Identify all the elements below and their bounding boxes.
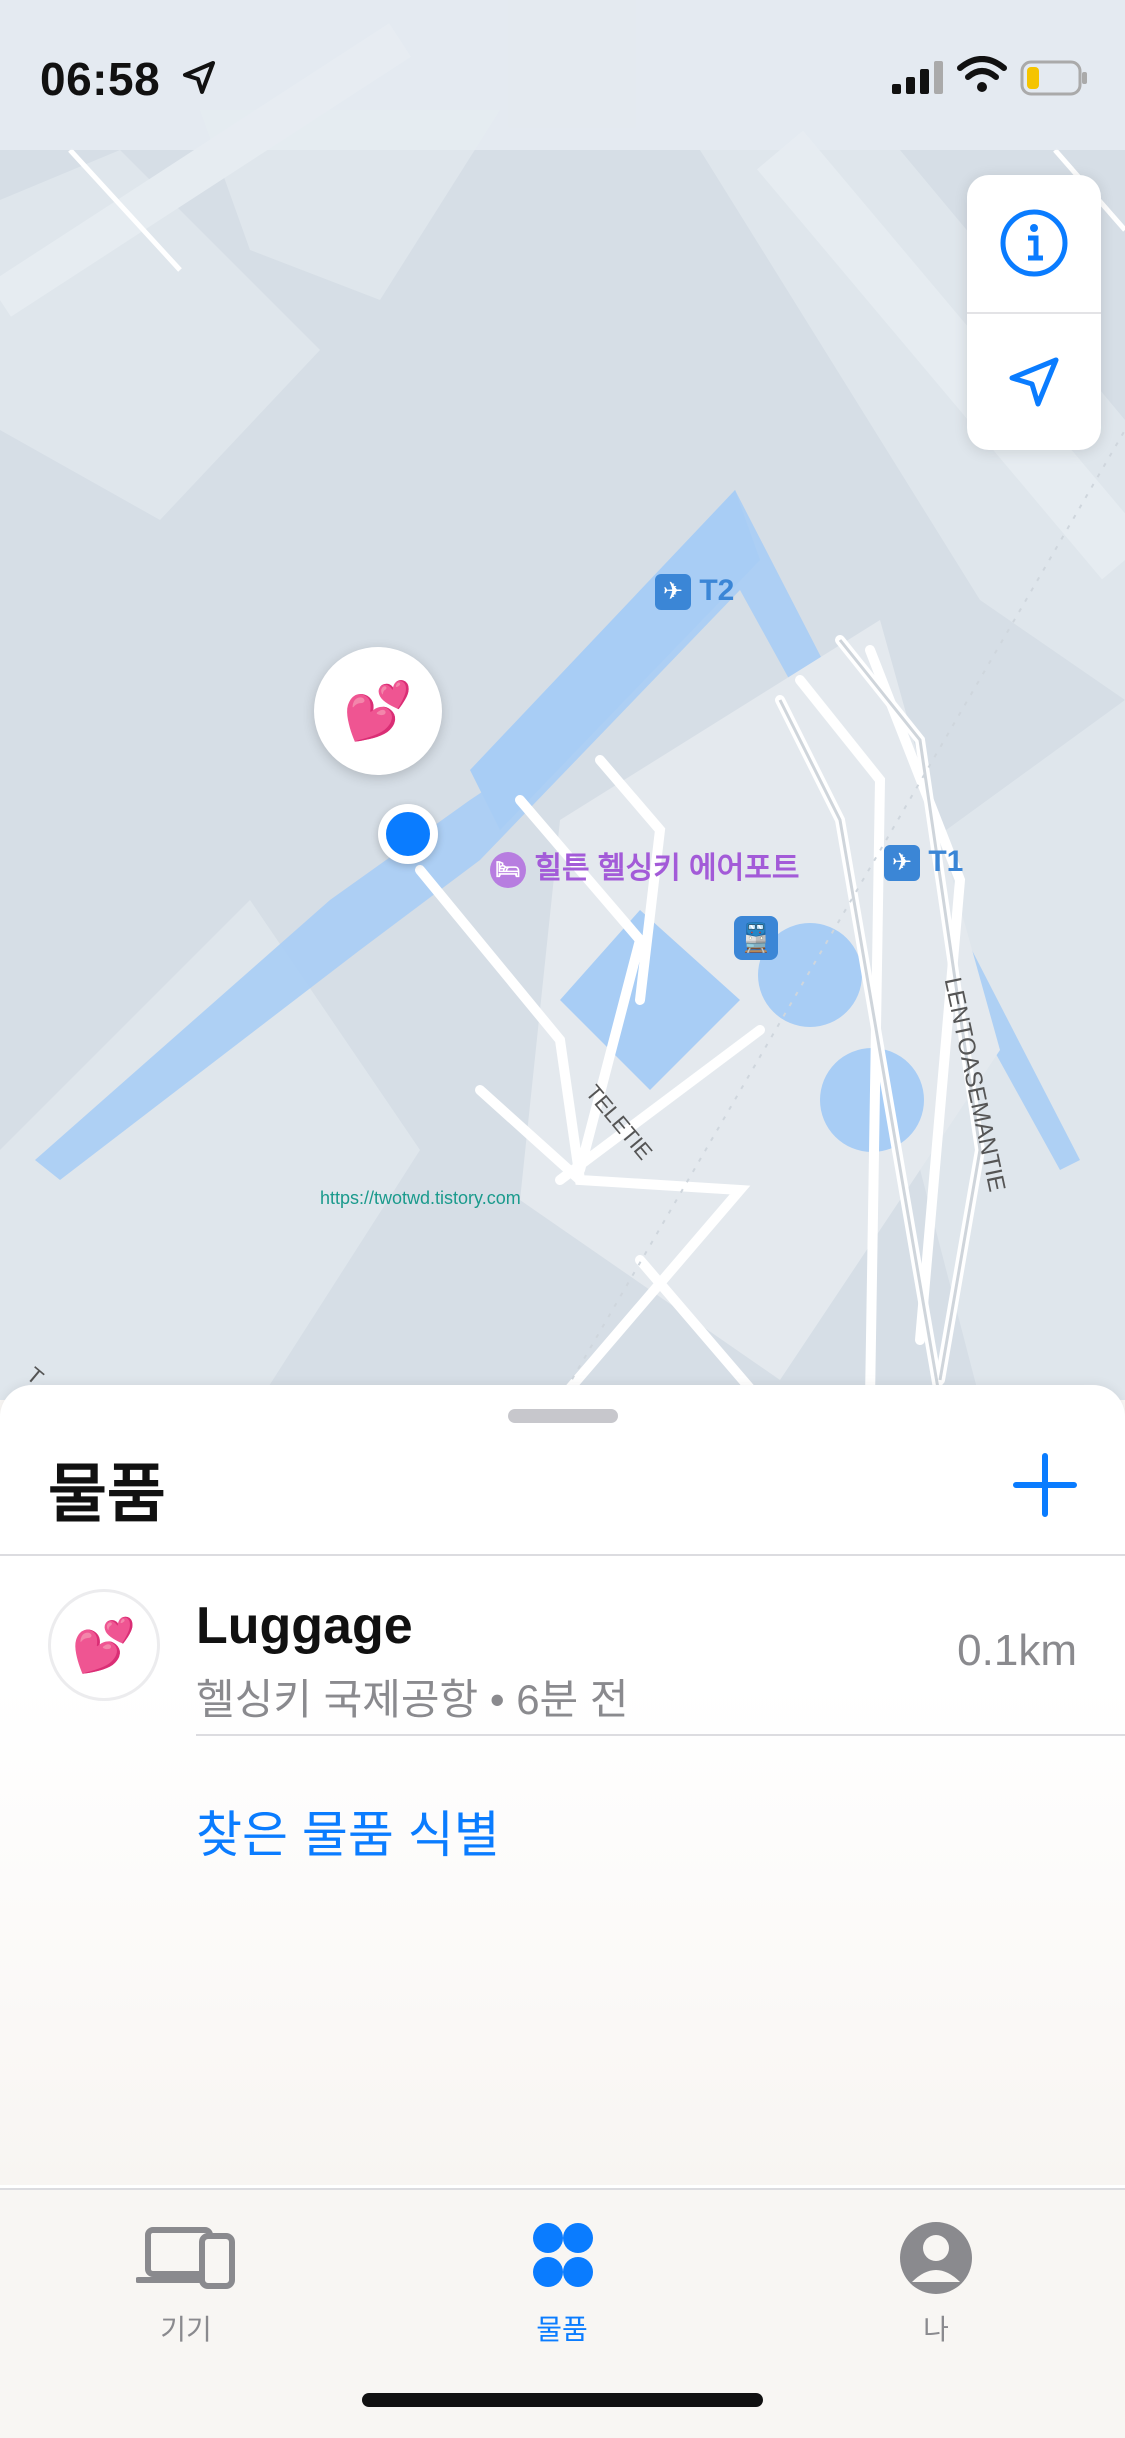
add-item-button[interactable] [1010, 1450, 1080, 1520]
train-station-icon[interactable]: 🚆 [734, 916, 778, 960]
tab-items[interactable]: 물품 [462, 2210, 662, 2350]
current-location-dot[interactable] [378, 804, 438, 864]
bed-icon: 🛏 [490, 852, 526, 889]
devices-icon [136, 2227, 235, 2289]
sheet-grabber[interactable] [508, 1409, 618, 1423]
terminal-t1-text: T1 [928, 845, 964, 878]
status-bar: 06:58 [0, 0, 1125, 150]
status-time: 06:58 [40, 53, 161, 105]
tab-items-label: 물품 [536, 2314, 588, 2345]
location-arrow-icon [1009, 357, 1059, 406]
item-location: 헬싱키 국제공항 • 6분 전 [196, 1676, 629, 1723]
battery-icon [1020, 60, 1087, 96]
tab-me[interactable]: 나 [836, 2210, 1036, 2350]
sheet-title: 물품 [48, 1458, 166, 1530]
item-distance: 0.1km [957, 1626, 1077, 1675]
hotel-label[interactable]: 🛏 힐튼 헬싱키 에어포트 [490, 843, 800, 889]
terminal-t1-label[interactable]: ✈ T1 [884, 845, 964, 882]
tab-devices[interactable]: 기기 [86, 2210, 286, 2350]
airport-icon: ✈ [884, 845, 920, 882]
wifi-icon [957, 56, 1007, 92]
item-map-pin[interactable]: 💕 [314, 647, 442, 775]
item-avatar: 💕 [48, 1589, 160, 1701]
map-base [0, 23, 1125, 1400]
tab-me-label: 나 [923, 2314, 949, 2345]
list-item-luggage[interactable]: 💕 Luggage 헬싱키 국제공항 • 6분 전 0.1km [0, 1556, 1125, 1736]
info-button[interactable] [967, 175, 1101, 310]
terminal-t2-label[interactable]: ✈ T2 [655, 574, 735, 611]
hearts-emoji-icon: 💕 [343, 679, 413, 742]
tab-devices-label: 기기 [160, 2314, 212, 2345]
map-view[interactable]: ✈ T2 ✈ T1 🛏 힐튼 헬싱키 에어포트 🚆 TELETIE LENTOA… [0, 0, 1125, 1400]
identify-found-item-link[interactable]: 찾은 물품 식별 [196, 1795, 500, 1867]
hearts-emoji-icon: 💕 [71, 1616, 137, 1675]
locate-me-button[interactable] [967, 314, 1101, 449]
items-icon [533, 2223, 593, 2287]
terminal-t2-text: T2 [699, 574, 735, 607]
airport-icon: ✈ [655, 574, 691, 611]
map-controls [967, 175, 1101, 450]
info-icon [1000, 209, 1068, 276]
item-name: Luggage [196, 1597, 413, 1655]
cellular-signal-icon [892, 61, 943, 94]
watermark-text: https://twotwd.tistory.com [320, 1188, 521, 1208]
hotel-text: 힐튼 헬싱키 에어포트 [534, 852, 800, 885]
person-icon [900, 2222, 972, 2294]
home-indicator[interactable] [362, 2393, 763, 2407]
location-services-icon [183, 61, 215, 94]
